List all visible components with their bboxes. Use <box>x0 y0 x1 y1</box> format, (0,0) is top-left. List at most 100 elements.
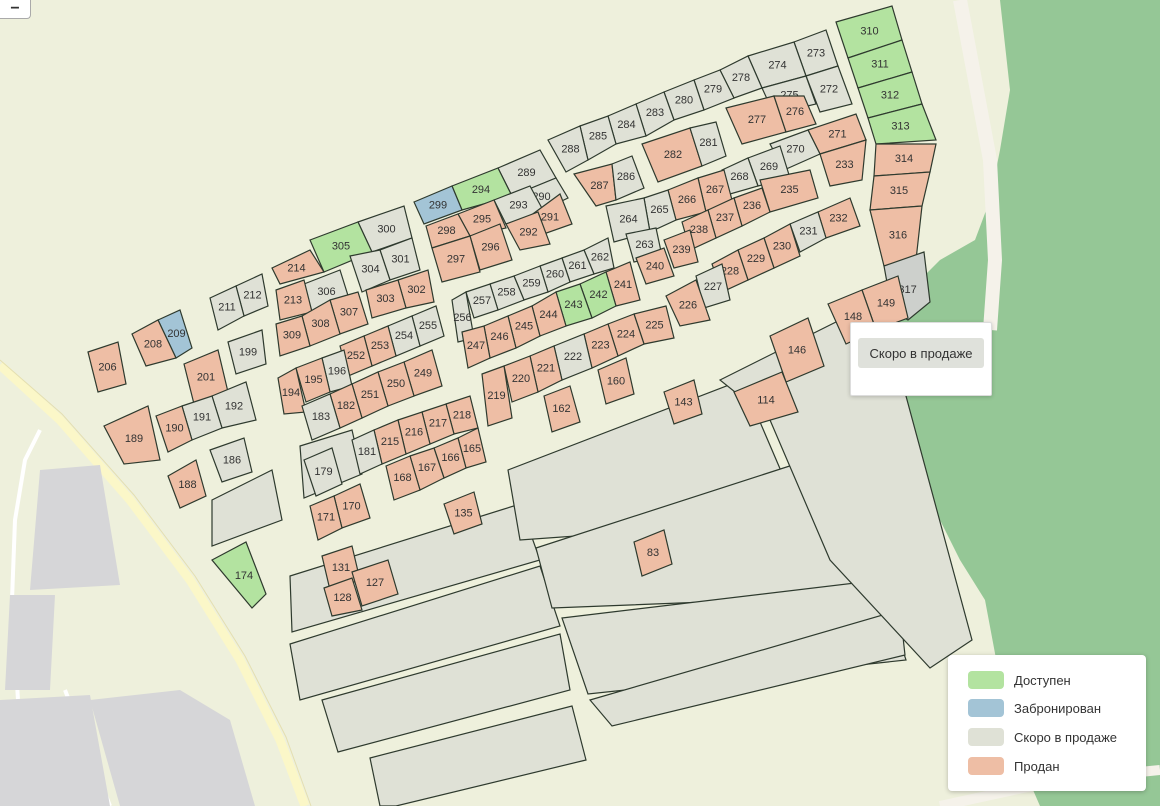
plot-number: 250 <box>387 378 405 390</box>
plot-315[interactable]: 315 <box>869 171 931 211</box>
plot-number: 238 <box>690 224 708 236</box>
plot-number: 315 <box>890 185 908 197</box>
plot-number: 301 <box>391 253 409 265</box>
legend-label: Скоро в продаже <box>1014 729 1117 745</box>
plot-number: 271 <box>828 128 846 140</box>
plot-number: 279 <box>704 83 722 95</box>
plot-number: 297 <box>447 253 465 265</box>
plot-number: 243 <box>564 299 582 311</box>
plot-number: 170 <box>342 500 360 512</box>
plot-number: 261 <box>568 260 586 272</box>
plot-number: 270 <box>786 143 804 155</box>
plot-number: 310 <box>860 25 878 37</box>
plot-number: 291 <box>541 211 559 223</box>
plot-number: 283 <box>646 107 664 119</box>
plot-number: 182 <box>337 400 355 412</box>
plot-number: 174 <box>235 570 253 582</box>
plot-number: 257 <box>473 295 491 307</box>
plot-number: 162 <box>552 403 570 415</box>
plot-number: 276 <box>786 106 804 118</box>
plot-number: 218 <box>453 409 471 421</box>
plot-number: 309 <box>283 329 301 341</box>
plot-number: 83 <box>647 547 659 559</box>
plot-number: 256 <box>453 312 471 324</box>
plot-number: 258 <box>497 286 515 298</box>
plot-number: 128 <box>333 592 351 604</box>
plot-number: 304 <box>361 263 379 275</box>
plot-number: 294 <box>472 184 490 196</box>
plot-number: 213 <box>284 294 302 306</box>
plot-number: 194 <box>282 387 300 399</box>
tooltip-status-button[interactable]: Скоро в продаже <box>858 338 984 368</box>
plot-number: 168 <box>393 472 411 484</box>
legend-swatch-coming-soon <box>968 728 1004 746</box>
plot-number: 252 <box>347 350 365 362</box>
zoom-out-button[interactable]: − <box>0 0 31 19</box>
plot-number: 226 <box>679 299 697 311</box>
plot-number: 267 <box>706 184 724 196</box>
plot-number: 242 <box>589 289 607 301</box>
plot-number: 284 <box>617 119 635 131</box>
plot-number: 219 <box>487 390 505 402</box>
plot-number: 255 <box>419 320 437 332</box>
plot-number: 278 <box>732 72 750 84</box>
plot-number: 244 <box>539 309 557 321</box>
plot-number: 231 <box>799 225 817 237</box>
plot-number: 199 <box>239 346 257 358</box>
plot-number: 311 <box>871 58 889 70</box>
plot-number: 293 <box>509 199 527 211</box>
plot-number: 221 <box>537 362 555 374</box>
plot-number: 165 <box>463 443 481 455</box>
plot-number: 236 <box>743 200 761 212</box>
plot-number: 127 <box>366 577 384 589</box>
plot-number: 233 <box>835 159 853 171</box>
plot-number: 262 <box>591 251 609 263</box>
legend-swatch-sold <box>968 757 1004 775</box>
plot-number: 230 <box>773 240 791 252</box>
legend-swatch-available <box>968 671 1004 689</box>
plot-number: 190 <box>165 422 183 434</box>
plot-number: 302 <box>407 284 425 296</box>
plot-number: 179 <box>314 466 332 478</box>
plot-number: 135 <box>454 507 472 519</box>
plot-number: 225 <box>645 319 663 331</box>
plot-number: 299 <box>429 199 447 211</box>
plot-number: 264 <box>619 213 637 225</box>
plot-314[interactable]: 314 <box>873 143 937 177</box>
plot-number: 316 <box>889 229 907 241</box>
plot-number: 191 <box>193 411 211 423</box>
plot-number: 167 <box>418 462 436 474</box>
plot-number: 241 <box>614 279 632 291</box>
legend-label: Доступен <box>1014 672 1071 688</box>
plot-number: 300 <box>377 223 395 235</box>
plot-number: 268 <box>730 171 748 183</box>
plot-number: 192 <box>225 400 243 412</box>
legend-item-reserved: Забронирован <box>968 698 1101 718</box>
legend-item-available: Доступен <box>968 670 1071 690</box>
plot-number: 308 <box>311 318 329 330</box>
plot-number: 240 <box>646 260 664 272</box>
legend-swatch-reserved <box>968 699 1004 717</box>
plot-number: 314 <box>895 153 913 165</box>
plot-number: 247 <box>467 340 485 352</box>
plot-number: 186 <box>223 454 241 466</box>
plot-number: 214 <box>287 262 305 274</box>
plot-number: 237 <box>716 212 734 224</box>
plot-number: 181 <box>358 446 376 458</box>
plot-number: 224 <box>617 328 635 340</box>
plot-number: 272 <box>820 83 838 95</box>
plot-number: 266 <box>678 194 696 206</box>
building <box>5 595 55 690</box>
plot-number: 298 <box>437 225 455 237</box>
plot-number: 232 <box>829 212 847 224</box>
plot-number: 206 <box>98 361 116 373</box>
plot-number: 212 <box>243 289 261 301</box>
plot-number: 313 <box>891 120 909 132</box>
plot-number: 260 <box>546 268 564 280</box>
plot-number: 292 <box>519 226 537 238</box>
plot-number: 265 <box>650 204 668 216</box>
plot-number: 286 <box>617 171 635 183</box>
plot-number: 216 <box>405 426 423 438</box>
legend: Доступен Забронирован Скоро в продаже Пр… <box>948 655 1146 791</box>
plot-number: 296 <box>481 241 499 253</box>
